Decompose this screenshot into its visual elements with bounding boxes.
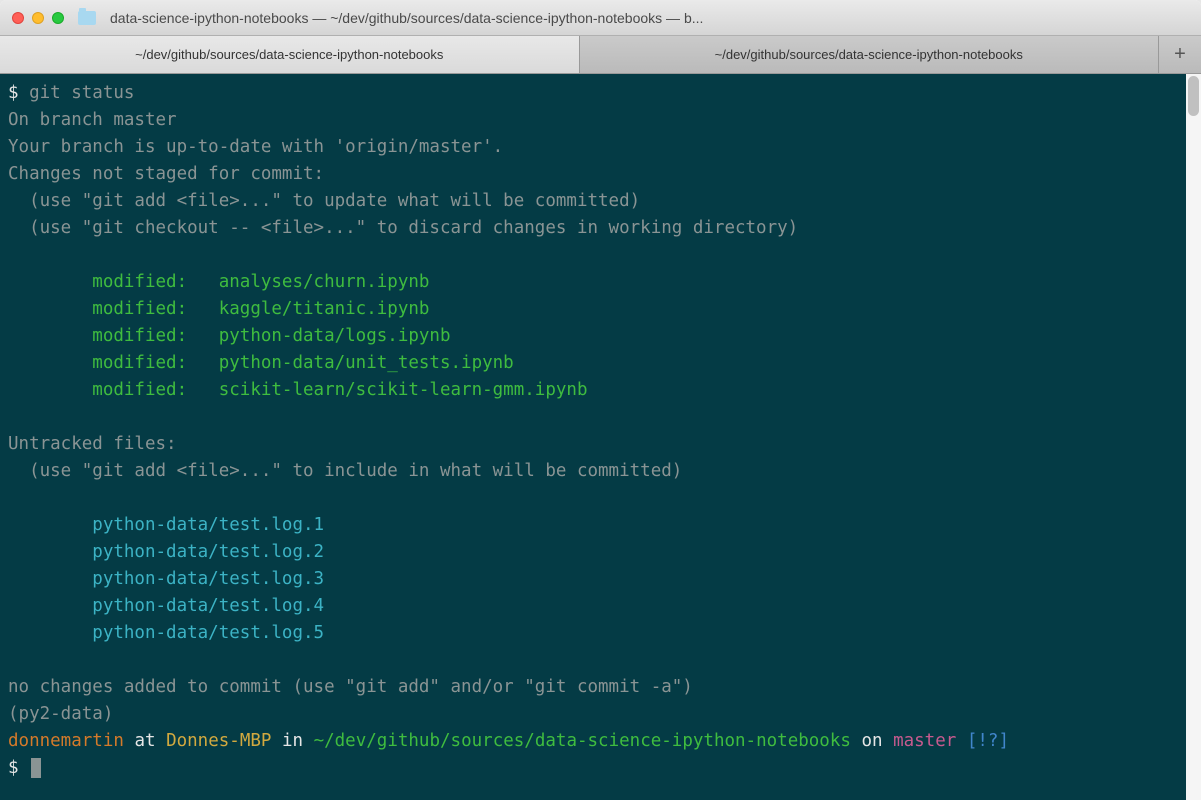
untracked-file-line: python-data/test.log.4 [8, 593, 1178, 620]
ps1-in: in [271, 731, 313, 751]
ps1-status: [!?] [956, 731, 1009, 751]
ps1-path: ~/dev/github/sources/data-science-ipytho… [314, 731, 851, 751]
ps1-branch: master [893, 731, 956, 751]
terminal-area: $ git status On branch master Your branc… [0, 74, 1201, 800]
prompt-symbol-2: $ [8, 758, 19, 778]
uptodate-line: Your branch is up-to-date with 'origin/m… [8, 137, 503, 157]
terminal-window: data-science-ipython-notebooks — ~/dev/g… [0, 0, 1201, 800]
venv-line: (py2-data) [8, 704, 113, 724]
ps1-user: donnemartin [8, 731, 124, 751]
prompt-symbol: $ [8, 83, 19, 103]
ps1-on: on [851, 731, 893, 751]
tab-label: ~/dev/github/sources/data-science-ipytho… [715, 47, 1023, 62]
plus-icon: + [1174, 43, 1186, 66]
terminal[interactable]: $ git status On branch master Your branc… [0, 74, 1186, 800]
modified-file-line: modified: python-data/unit_tests.ipynb [8, 350, 1178, 377]
hint-untracked: (use "git add <file>..." to include in w… [8, 461, 682, 481]
untracked-file-line: python-data/test.log.3 [8, 566, 1178, 593]
modified-file-line: modified: python-data/logs.ipynb [8, 323, 1178, 350]
traffic-lights [12, 12, 64, 24]
maximize-button[interactable] [52, 12, 64, 24]
modified-files-list: modified: analyses/churn.ipynb modified:… [8, 269, 1178, 404]
hint-checkout: (use "git checkout -- <file>..." to disc… [8, 218, 798, 238]
cursor [31, 758, 41, 778]
untracked-header: Untracked files: [8, 434, 177, 454]
modified-file-line: modified: scikit-learn/scikit-learn-gmm.… [8, 377, 1178, 404]
branch-line: On branch master [8, 110, 177, 130]
close-button[interactable] [12, 12, 24, 24]
untracked-file-line: python-data/test.log.5 [8, 620, 1178, 647]
tab-active[interactable]: ~/dev/github/sources/data-science-ipytho… [0, 36, 580, 73]
folder-icon [78, 11, 96, 25]
window-title: data-science-ipython-notebooks — ~/dev/g… [110, 10, 1189, 26]
tab-inactive[interactable]: ~/dev/github/sources/data-science-ipytho… [580, 36, 1160, 73]
minimize-button[interactable] [32, 12, 44, 24]
untracked-file-line: python-data/test.log.1 [8, 512, 1178, 539]
modified-file-line: modified: analyses/churn.ipynb [8, 269, 1178, 296]
scroll-thumb[interactable] [1188, 76, 1199, 116]
hint-add: (use "git add <file>..." to update what … [8, 191, 640, 211]
command-text: git status [29, 83, 134, 103]
untracked-files-list: python-data/test.log.1 python-data/test.… [8, 512, 1178, 647]
untracked-file-line: python-data/test.log.2 [8, 539, 1178, 566]
tab-label: ~/dev/github/sources/data-science-ipytho… [135, 47, 443, 62]
modified-file-line: modified: kaggle/titanic.ipynb [8, 296, 1178, 323]
ps1-at: at [124, 731, 166, 751]
scrollbar[interactable] [1186, 74, 1201, 800]
new-tab-button[interactable]: + [1159, 36, 1201, 73]
ps1-host: Donnes-MBP [166, 731, 271, 751]
not-staged-header: Changes not staged for commit: [8, 164, 324, 184]
no-changes-line: no changes added to commit (use "git add… [8, 677, 693, 697]
titlebar[interactable]: data-science-ipython-notebooks — ~/dev/g… [0, 0, 1201, 36]
tabbar: ~/dev/github/sources/data-science-ipytho… [0, 36, 1201, 74]
